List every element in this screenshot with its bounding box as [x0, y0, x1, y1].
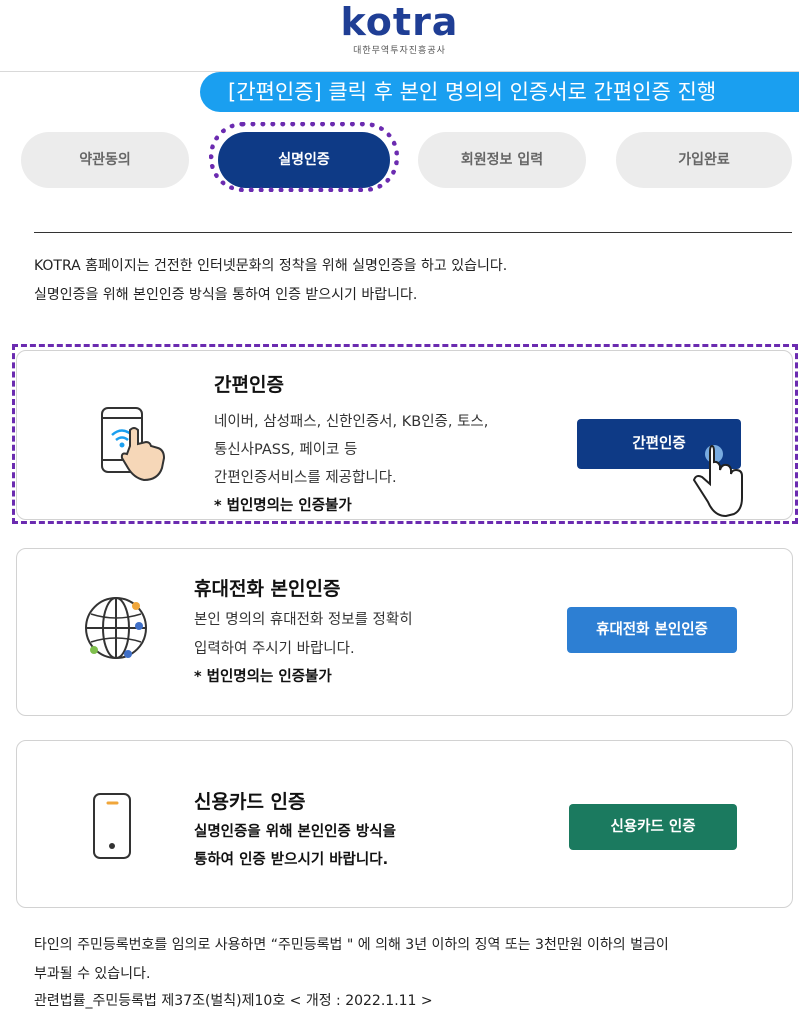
mobile-auth-desc-1: 본인 명의의 휴대전화 정보를 정확히 — [194, 612, 413, 628]
simple-auth-desc-2: 통신사PASS, 페이코 등 — [214, 442, 358, 458]
legal-notice-line-1: 타인의 주민등록번호를 임의로 사용하면 “주민등록법 " 에 의해 3년 이하… — [34, 937, 669, 953]
legal-notice-line-2: 부과될 수 있습니다. — [34, 966, 151, 982]
intro-line-2: 실명인증을 위해 본인인증 방식을 통하여 인증 받으시기 바랍니다. — [34, 287, 418, 303]
kotra-logo[interactable]: kotra 대한무역투자진흥공사 — [0, 0, 799, 56]
mobile-auth-note: * 법인명의는 인증불가 — [194, 669, 332, 685]
tap-phone-icon — [94, 402, 178, 484]
credit-card-auth-desc-2: 통하여 인증 받으시기 바랍니다. — [194, 852, 389, 868]
credit-card-auth-desc-1: 실명인증을 위해 본인인증 방식을 — [194, 824, 396, 840]
step-highlight-outline — [209, 122, 399, 192]
mobile-auth-desc-2: 입력하여 주시기 바랍니다. — [194, 641, 355, 657]
credit-card-auth-button[interactable]: 신용카드 인증 — [569, 804, 737, 850]
pointer-hand-icon — [684, 444, 746, 520]
simple-auth-note: * 법인명의는 인증불가 — [214, 498, 352, 514]
intro-line-1: KOTRA 홈페이지는 건전한 인터넷문화의 정착을 위해 실명인증을 하고 있… — [34, 258, 508, 274]
simple-auth-desc-3: 간편인증서비스를 제공합니다. — [214, 470, 397, 486]
mobile-phone-icon — [90, 790, 140, 864]
section-divider — [34, 232, 792, 233]
mobile-auth-button[interactable]: 휴대전화 본인인증 — [567, 607, 737, 653]
simple-auth-title: 간편인증 — [214, 374, 284, 396]
step-terms-agreement: 약관동의 — [21, 132, 189, 188]
globe-network-icon — [82, 592, 152, 664]
logo-subtitle: 대한무역투자진흥공사 — [353, 46, 446, 56]
logo-wordmark: kotra — [340, 0, 459, 44]
step-complete: 가입완료 — [616, 132, 792, 188]
instruction-banner: [간편인증] 클릭 후 본인 명의의 인증서로 간편인증 진행 — [200, 72, 799, 112]
step-member-info: 회원정보 입력 — [418, 132, 586, 188]
credit-card-auth-title: 신용카드 인증 — [194, 791, 306, 813]
mobile-auth-title: 휴대전화 본인인증 — [194, 578, 341, 600]
simple-auth-desc-1: 네이버, 삼성패스, 신한인증서, KB인증, 토스, — [214, 414, 489, 430]
